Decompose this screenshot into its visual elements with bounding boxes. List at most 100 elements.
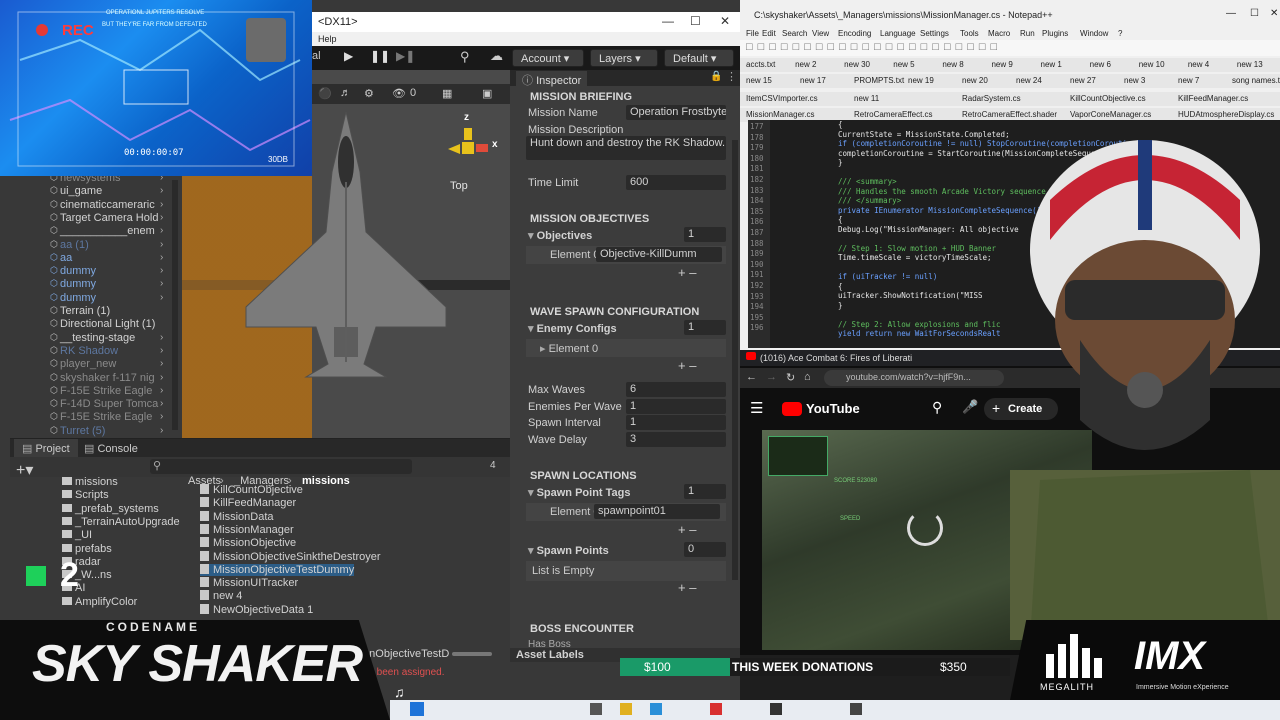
npp-menu-item[interactable]: Plugins (1042, 29, 1068, 38)
file-item[interactable]: MissionObjective (200, 537, 296, 549)
account-dropdown[interactable]: Account ▾ (512, 49, 584, 67)
hierarchy-item[interactable]: ⬡ cinematiccameraric › (0, 199, 172, 212)
spawn-interval-field[interactable]: 1 (626, 415, 726, 430)
maximize-icon[interactable]: ☐ (690, 14, 701, 28)
expand-icon[interactable]: › (160, 332, 163, 343)
npp-file-tab[interactable]: new 3 (1124, 76, 1145, 85)
spawn-points-count[interactable]: 0 (684, 542, 726, 557)
orientation-gizmo[interactable]: z x Top (444, 112, 504, 192)
spawn-tags-add-remove[interactable]: + – (678, 522, 696, 537)
npp-toolbar-icons[interactable]: □□□□□□□□□□□□□□□□□□□□□□ (746, 41, 1002, 53)
hierarchy-item[interactable]: ⬡ Target Camera Hold › (0, 212, 172, 225)
expand-icon[interactable]: › (160, 345, 163, 356)
objectives-label[interactable]: ▾ Objectives (528, 229, 592, 242)
npp-file-tab[interactable]: new 17 (800, 76, 826, 85)
audio-icon[interactable]: ♬ (340, 87, 351, 99)
hierarchy-item[interactable]: ⬡ Terrain (1) (0, 305, 172, 318)
hierarchy-item[interactable]: ⬡ dummy › (0, 278, 172, 291)
hierarchy-scrollbar[interactable] (172, 180, 178, 430)
npp-menu-item[interactable]: Window (1080, 29, 1108, 38)
taskbar-shield-icon[interactable] (710, 703, 722, 715)
hierarchy-item[interactable]: ⬡ F-15E Strike Eagle › (0, 385, 172, 398)
expand-icon[interactable]: › (160, 425, 163, 436)
spawn-tags-label[interactable]: ▾ Spawn Point Tags (528, 486, 631, 499)
home-icon[interactable]: ⌂ (804, 371, 811, 383)
npp-file-tab[interactable]: new 8 (942, 60, 963, 69)
hierarchy-item[interactable]: ⬡ F-14D Super Tomca › (0, 398, 172, 411)
close-icon[interactable]: ✕ (720, 14, 730, 28)
youtube-brand[interactable]: YouTube (806, 401, 860, 416)
file-item[interactable]: KillFeedManager (200, 497, 296, 509)
npp-file-tab[interactable]: new 4 (1188, 60, 1209, 69)
npp-file-tab[interactable]: new 19 (908, 76, 934, 85)
hierarchy-item[interactable]: ⬡ skyshaker f-117 nig › (0, 372, 172, 385)
file-item[interactable]: new 4 (200, 590, 242, 602)
cloud-icon[interactable]: ☁ (490, 48, 503, 64)
npp-file-tab[interactable]: new 6 (1090, 60, 1111, 69)
enemy-configs-label[interactable]: ▾ Enemy Configs (528, 322, 617, 335)
npp-file-tab[interactable]: new 13 (1237, 60, 1263, 69)
npp-file-tab[interactable]: song names.txt (1232, 76, 1280, 85)
mic-icon[interactable]: 🎤 (962, 399, 978, 415)
npp-menu-item[interactable]: File (746, 29, 759, 38)
npp-menu-item[interactable]: Tools (960, 29, 979, 38)
tab-partial[interactable]: al (312, 50, 321, 62)
hierarchy-item[interactable]: ⬡ aa (1) › (0, 239, 172, 252)
npp-menu-item[interactable]: Search (782, 29, 807, 38)
hierarchy-item[interactable]: ⬡ dummy › (0, 292, 172, 305)
npp-file-tab[interactable]: PROMPTS.txt (854, 76, 904, 85)
taskbar-app-icon[interactable] (590, 703, 602, 715)
expand-icon[interactable]: › (160, 199, 163, 210)
file-item[interactable]: MissionObjectiveSinktheDestroyer (200, 551, 381, 563)
layers-dropdown[interactable]: Layers ▾ (590, 49, 658, 67)
expand-icon[interactable]: › (160, 292, 163, 303)
npp-maximize-icon[interactable]: ☐ (1250, 8, 1259, 19)
tab-project[interactable]: ▤ Project (14, 439, 78, 457)
enemy-element-row[interactable]: ▸ Element 0 (526, 339, 726, 357)
more-icon[interactable]: ⋮ (726, 70, 737, 83)
tab-console[interactable]: ▤ Console (76, 439, 146, 457)
gizmo-center[interactable] (462, 142, 474, 154)
npp-file-tab[interactable]: RadarSystem.cs (962, 94, 1021, 103)
npp-file-tab[interactable]: new 7 (1178, 76, 1199, 85)
file-item[interactable]: MissionData (200, 511, 274, 523)
hierarchy-item[interactable]: ⬡ F-15E Strike Eagle › (0, 411, 172, 424)
enemies-per-wave-field[interactable]: 1 (626, 399, 726, 414)
hierarchy-item[interactable]: ⬡ Turret (5) › (0, 425, 172, 438)
hierarchy-item[interactable]: ⬡ player_new › (0, 358, 172, 371)
taskbar-unity-icon[interactable] (770, 703, 782, 715)
npp-file-tab[interactable]: new 5 (893, 60, 914, 69)
icon-size-slider[interactable] (452, 652, 492, 656)
expand-icon[interactable]: › (160, 265, 163, 276)
npp-file-tab[interactable]: new 2 (795, 60, 816, 69)
spawn-tag-field[interactable]: spawnpoint01 (594, 504, 720, 519)
menu-icon[interactable]: ☰ (750, 399, 763, 417)
npp-file-tab[interactable]: new 11 (854, 94, 879, 103)
expand-icon[interactable]: › (160, 212, 163, 223)
npp-close-icon[interactable]: ✕ (1270, 8, 1278, 19)
light-icon[interactable]: ⚫ (318, 87, 332, 100)
npp-file-tab[interactable]: RetroCameraEffect.cs (854, 110, 933, 119)
npp-menu-item[interactable]: Encoding (838, 29, 871, 38)
npp-file-tab[interactable]: new 27 (1070, 76, 1096, 85)
layout-dropdown[interactable]: Default ▾ (664, 49, 734, 67)
play-icon[interactable]: ▶ (344, 49, 353, 63)
hidden-icon[interactable]: 👁 (392, 87, 406, 100)
url-field[interactable]: youtube.com/watch?v=hjfF9n... (824, 370, 1004, 386)
npp-menu-item[interactable]: Macro (988, 29, 1010, 38)
minimize-icon[interactable]: — (662, 14, 674, 28)
expand-icon[interactable]: › (160, 185, 163, 196)
file-item[interactable]: MissionManager (200, 524, 294, 536)
youtube-logo-icon[interactable] (782, 402, 802, 416)
mission-name-field[interactable]: Operation Frostbyte (626, 105, 726, 120)
forward-icon[interactable]: → (766, 371, 777, 383)
objectives-add-remove[interactable]: + – (678, 265, 696, 280)
scene-orientation-label[interactable]: Top (450, 180, 468, 192)
menu-help[interactable]: Help (318, 34, 337, 44)
npp-file-tab[interactable]: new 10 (1139, 60, 1165, 69)
npp-menu-item[interactable]: Edit (762, 29, 776, 38)
file-item[interactable]: KillCountObjective (200, 484, 303, 496)
inspector-scrollbar[interactable] (732, 140, 738, 580)
taskbar-obs-icon[interactable] (850, 703, 862, 715)
expand-icon[interactable]: › (160, 372, 163, 383)
